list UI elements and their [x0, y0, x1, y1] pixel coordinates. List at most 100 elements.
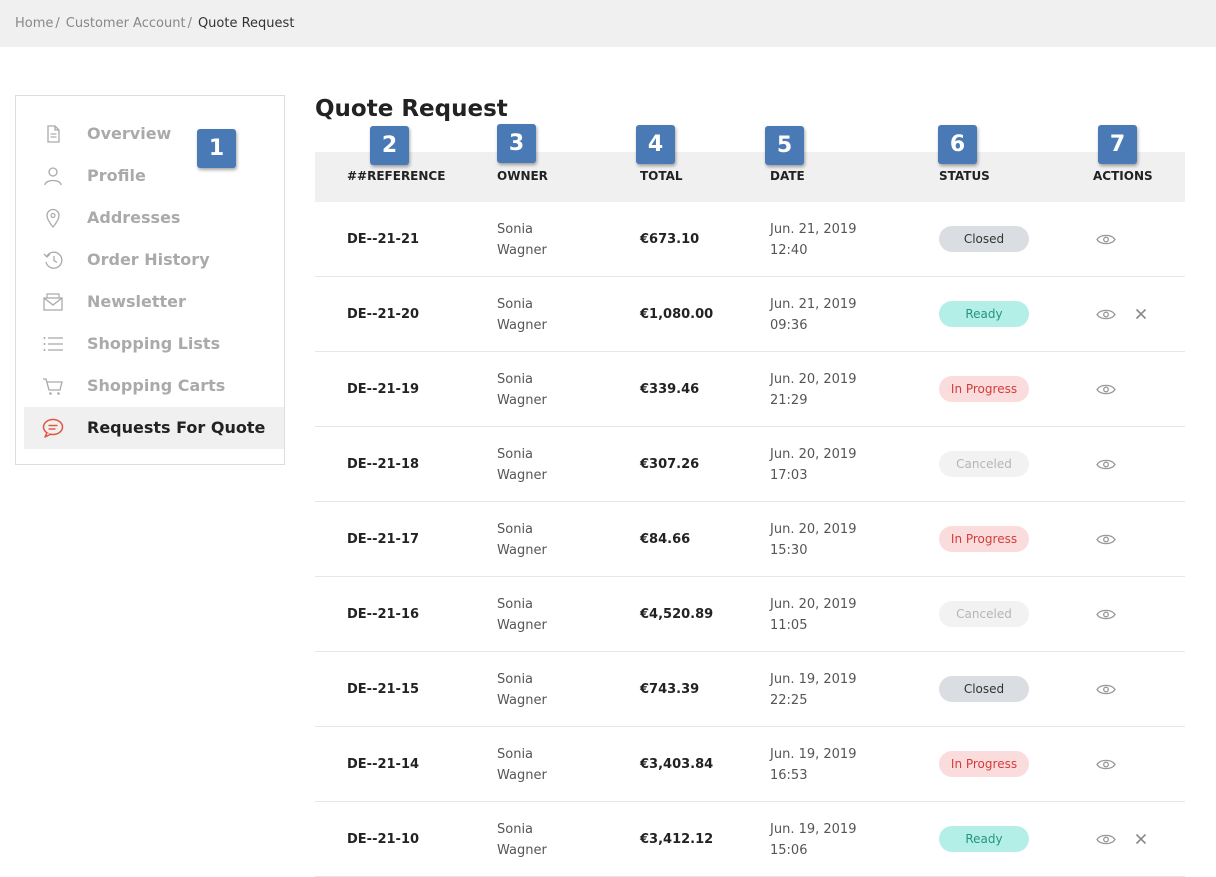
table-row: DE--21-10 Sonia Wagner €3,412.12 Jun. 19, 20… — [315, 802, 1185, 877]
quote-date-time: 15:30 — [770, 543, 808, 558]
view-eye-icon[interactable] — [1096, 533, 1116, 546]
owner-last-name: Wagner — [497, 618, 547, 633]
quote-date-time: 21:29 — [770, 393, 808, 408]
quote-date-time: 15:06 — [770, 843, 808, 858]
quote-reference: DE--21-19 — [347, 382, 420, 397]
sidebar-item-overview[interactable]: Overview — [24, 113, 284, 155]
annotation-badge: 6 — [938, 125, 977, 164]
chat-bubble-icon — [42, 418, 64, 438]
breadcrumb-current: Quote Request — [197, 16, 295, 31]
quote-owner: Sonia Wagner — [497, 744, 547, 786]
quote-date: Jun. 21, 2019 09:36 — [770, 294, 856, 336]
quote-date: Jun. 19, 2019 16:53 — [770, 744, 856, 786]
table-row: DE--21-16 Sonia Wagner €4,520.89 Jun. 20, 20… — [315, 577, 1185, 652]
status-badge: Closed — [939, 676, 1029, 702]
quote-date-time: 12:40 — [770, 243, 808, 258]
view-eye-icon[interactable] — [1096, 233, 1116, 246]
quote-owner: Sonia Wagner — [497, 594, 547, 636]
quote-owner: Sonia Wagner — [497, 369, 547, 411]
status-badge: Ready — [939, 826, 1029, 852]
breadcrumb-home[interactable]: Home — [15, 16, 53, 31]
column-header-reference: ##REFERENCE — [347, 169, 446, 183]
quote-total: €84.66 — [640, 532, 691, 547]
owner-last-name: Wagner — [497, 393, 547, 408]
history-icon — [43, 251, 63, 269]
quote-date-day: Jun. 19, 2019 — [770, 747, 857, 762]
owner-last-name: Wagner — [497, 543, 547, 558]
column-header-date: DATE — [770, 169, 805, 183]
sidebar-item-label: Order History — [87, 250, 210, 269]
sidebar-item-requests-for-quote[interactable]: Requests For Quote — [24, 407, 284, 449]
sidebar-item-shopping-lists[interactable]: Shopping Lists — [24, 323, 284, 365]
view-eye-icon[interactable] — [1096, 383, 1116, 396]
owner-first-name: Sonia — [497, 672, 534, 687]
quote-date: Jun. 20, 2019 11:05 — [770, 594, 856, 636]
quote-total: €673.10 — [640, 232, 700, 247]
owner-last-name: Wagner — [497, 243, 547, 258]
sidebar-item-label: Addresses — [87, 208, 181, 227]
breadcrumb-separator: / — [187, 16, 192, 31]
breadcrumb-customer-account[interactable]: Customer Account — [66, 16, 186, 31]
owner-first-name: Sonia — [497, 222, 534, 237]
account-sidebar: Overview Profile Addresses Order History… — [15, 95, 285, 465]
sidebar-item-shopping-carts[interactable]: Shopping Carts — [24, 365, 284, 407]
status-badge: Canceled — [939, 451, 1029, 477]
quote-reference: DE--21-14 — [347, 757, 420, 772]
quote-owner: Sonia Wagner — [497, 294, 547, 336]
owner-first-name: Sonia — [497, 597, 534, 612]
cart-icon — [43, 378, 63, 395]
table-row: DE--21-21 Sonia Wagner €673.10 Jun. 21, 2019… — [315, 202, 1185, 277]
quote-reference: DE--21-16 — [347, 607, 420, 622]
quote-date: Jun. 20, 2019 17:03 — [770, 444, 856, 486]
owner-first-name: Sonia — [497, 447, 534, 462]
quote-total: €3,403.84 — [640, 757, 714, 772]
cancel-close-icon[interactable] — [1135, 308, 1147, 320]
quote-total: €1,080.00 — [640, 307, 714, 322]
table-row: DE--21-17 Sonia Wagner €84.66 Jun. 20, 2019 1… — [315, 502, 1185, 577]
owner-first-name: Sonia — [497, 522, 534, 537]
quote-date-time: 22:25 — [770, 693, 808, 708]
quote-date-day: Jun. 21, 2019 — [770, 222, 857, 237]
view-eye-icon[interactable] — [1096, 458, 1116, 471]
quote-date-day: Jun. 19, 2019 — [770, 672, 857, 687]
owner-last-name: Wagner — [497, 468, 547, 483]
owner-last-name: Wagner — [497, 768, 547, 783]
view-eye-icon[interactable] — [1096, 758, 1116, 771]
sidebar-item-label: Shopping Lists — [87, 334, 221, 353]
annotation-badge: 5 — [765, 126, 804, 165]
owner-last-name: Wagner — [497, 843, 547, 858]
view-eye-icon[interactable] — [1096, 833, 1116, 846]
annotation-badge: 3 — [497, 124, 536, 163]
table-row: DE--21-20 Sonia Wagner €1,080.00 Jun. 21, 20… — [315, 277, 1185, 352]
cancel-close-icon[interactable] — [1135, 833, 1147, 845]
status-badge: In Progress — [939, 751, 1029, 777]
sidebar-item-order-history[interactable]: Order History — [24, 239, 284, 281]
quote-total: €3,412.12 — [640, 832, 714, 847]
quote-owner: Sonia Wagner — [497, 669, 547, 711]
quote-reference: DE--21-15 — [347, 682, 420, 697]
view-eye-icon[interactable] — [1096, 608, 1116, 621]
status-badge: In Progress — [939, 526, 1029, 552]
quote-date: Jun. 19, 2019 22:25 — [770, 669, 856, 711]
quote-date: Jun. 21, 2019 12:40 — [770, 219, 856, 261]
breadcrumb-separator: / — [55, 16, 60, 31]
view-eye-icon[interactable] — [1096, 683, 1116, 696]
sidebar-item-label: Profile — [87, 166, 146, 185]
quote-owner: Sonia Wagner — [497, 444, 547, 486]
user-icon — [44, 167, 62, 186]
table-row: DE--21-15 Sonia Wagner €743.39 Jun. 19, 2019… — [315, 652, 1185, 727]
page-title: Quote Request — [315, 96, 508, 122]
sidebar-item-label: Overview — [87, 124, 172, 143]
owner-first-name: Sonia — [497, 372, 534, 387]
view-eye-icon[interactable] — [1096, 308, 1116, 321]
quote-date-day: Jun. 20, 2019 — [770, 372, 857, 387]
owner-last-name: Wagner — [497, 693, 547, 708]
quote-total: €4,520.89 — [640, 607, 714, 622]
sidebar-item-profile[interactable]: Profile — [24, 155, 284, 197]
sidebar-item-addresses[interactable]: Addresses — [24, 197, 284, 239]
sidebar-item-newsletter[interactable]: Newsletter — [24, 281, 284, 323]
quote-owner: Sonia Wagner — [497, 219, 547, 261]
table-header: ##REFERENCE OWNER TOTAL DATE STATUS ACTI… — [315, 152, 1185, 202]
quote-reference: DE--21-10 — [347, 832, 420, 847]
quote-date-time: 09:36 — [770, 318, 808, 333]
